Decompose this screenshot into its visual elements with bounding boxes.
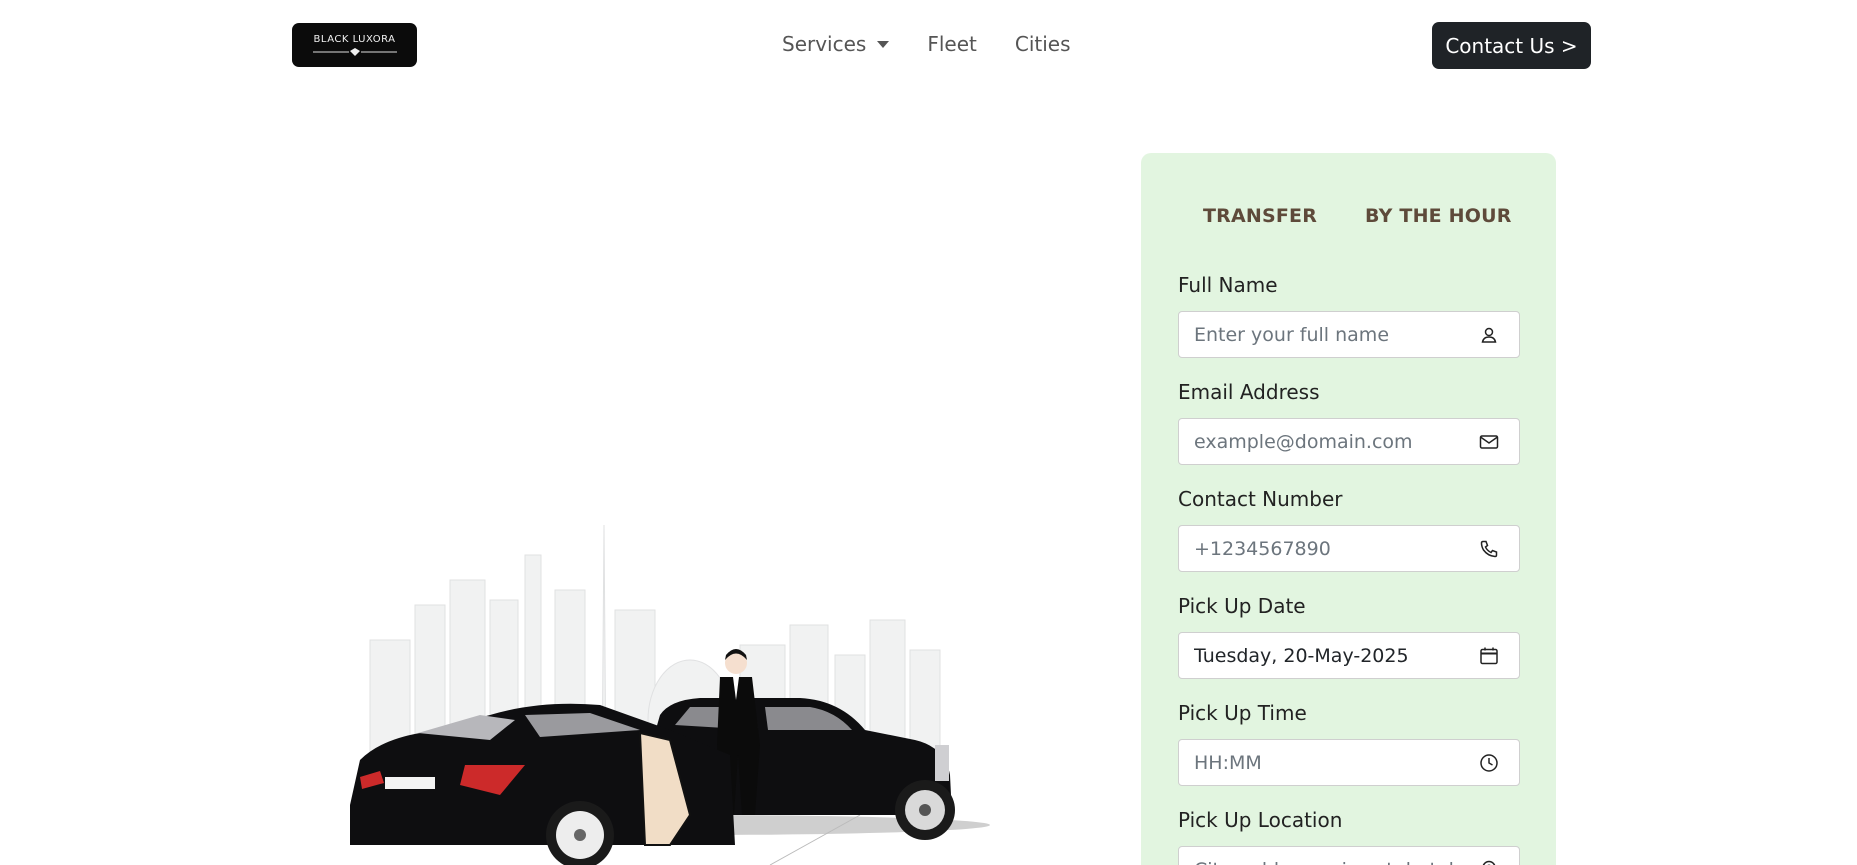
nav-services-dropdown[interactable]: Services [782,30,890,58]
brand-logo[interactable]: BLACK LUXORA [292,23,417,67]
diamond-logo-mark-icon [312,48,397,56]
contact-us-button[interactable]: Contact Us > [1432,22,1591,69]
pick-up-date-label: Pick Up Date [1178,594,1306,618]
phone-icon [1480,540,1498,558]
calendar-icon[interactable] [1479,646,1499,666]
pick-up-time-input[interactable] [1194,740,1464,785]
contact-number-field-wrapper [1178,525,1520,572]
email-address-label: Email Address [1178,380,1320,404]
location-icon [1482,860,1496,865]
pick-up-time-field-wrapper [1178,739,1520,786]
chevron-down-icon [877,40,890,48]
email-input[interactable] [1194,419,1464,464]
email-field-wrapper [1178,418,1520,465]
hero-illustration [340,515,1000,865]
booking-form-card: TRANSFER BY THE HOUR Full Name Email Add… [1141,153,1556,865]
tab-transfer[interactable]: TRANSFER [1203,205,1317,227]
envelope-icon [1479,435,1499,449]
person-icon [1481,327,1497,343]
city-chauffeur-illustration [350,524,990,865]
nav-services-label: Services [782,32,867,56]
pick-up-location-field-wrapper [1178,846,1520,865]
nav-cities-link[interactable]: Cities [1015,30,1071,58]
nav-fleet-link[interactable]: Fleet [927,30,977,58]
contact-number-input[interactable] [1194,526,1464,571]
full-name-field-wrapper [1178,311,1520,358]
pick-up-location-input[interactable] [1194,847,1464,865]
nav-links: Services Fleet Cities [782,30,1071,58]
pick-up-location-label: Pick Up Location [1178,808,1343,832]
contact-number-label: Contact Number [1178,487,1343,511]
pick-up-time-label: Pick Up Time [1178,701,1307,725]
navbar: BLACK LUXORA Services Fleet Cities Conta… [0,0,1857,90]
tab-by-the-hour[interactable]: BY THE HOUR [1365,205,1512,227]
clock-icon[interactable] [1479,753,1499,773]
full-name-input[interactable] [1194,312,1464,357]
pick-up-date-input[interactable] [1194,633,1464,678]
logo-text: BLACK LUXORA [313,34,396,45]
full-name-label: Full Name [1178,273,1278,297]
pick-up-date-field-wrapper [1178,632,1520,679]
